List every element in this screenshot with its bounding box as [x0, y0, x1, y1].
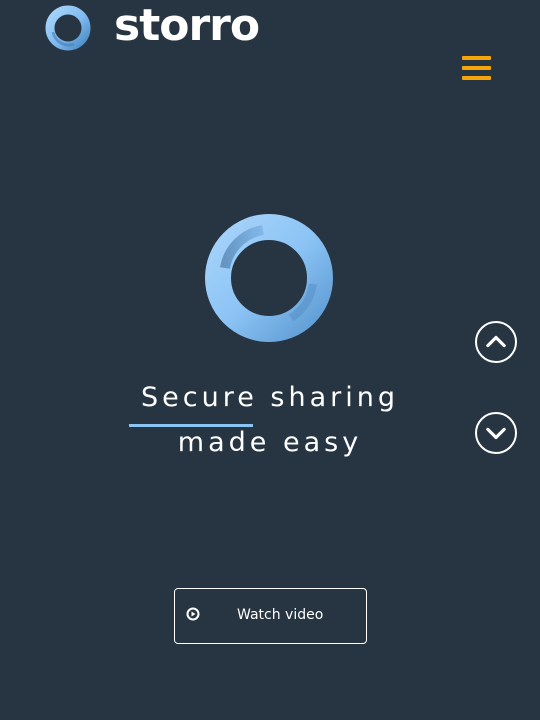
scroll-up-button[interactable]: [475, 321, 517, 363]
headline-line-2: made easy: [177, 427, 363, 458]
brand-name: storro: [114, 0, 260, 51]
play-icon: [186, 607, 200, 621]
brand-logo[interactable]: storro: [44, 0, 260, 53]
hamburger-menu-icon: [462, 56, 491, 60]
ring-icon: [205, 214, 333, 342]
headline-line-1: Secure sharing: [141, 382, 399, 413]
ring-logo-icon: [45, 5, 91, 51]
hamburger-menu-button[interactable]: [462, 56, 492, 82]
chevron-up-icon: [486, 335, 506, 348]
chevron-down-icon: [486, 427, 506, 440]
watch-video-label: Watch video: [237, 607, 324, 623]
watch-video-button[interactable]: Watch video: [174, 588, 367, 644]
scroll-down-button[interactable]: [475, 412, 517, 454]
